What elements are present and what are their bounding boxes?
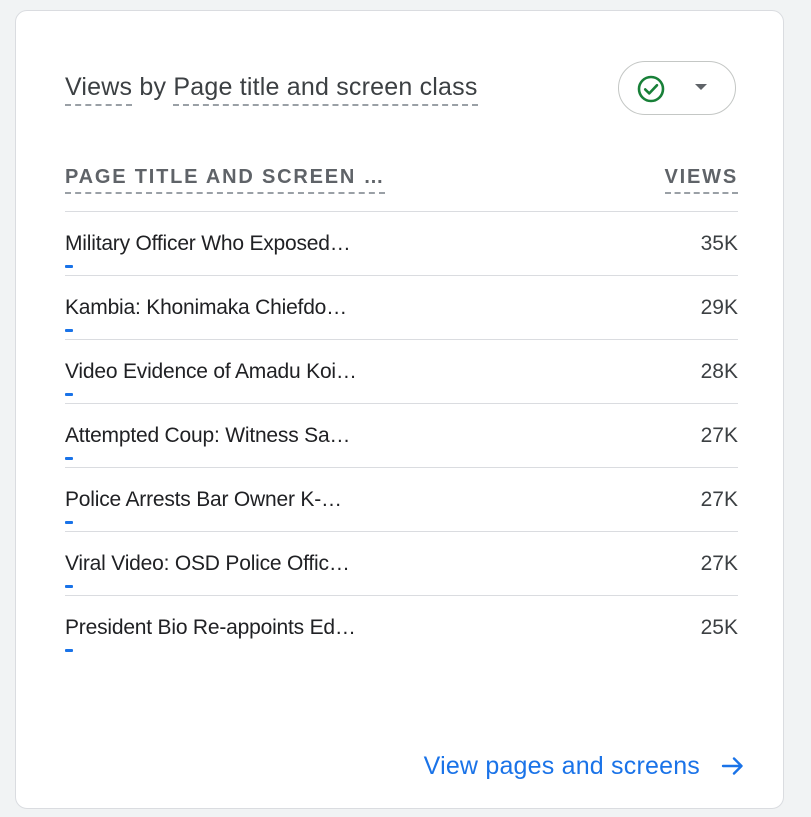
check-circle-icon (637, 75, 665, 103)
column-header-page-title[interactable]: PAGE TITLE AND SCREEN … (65, 166, 386, 194)
views-share-bar (65, 329, 465, 332)
dimension-label[interactable]: Page title and screen class (173, 73, 478, 106)
views-share-bar-fill (65, 585, 73, 588)
view-pages-and-screens-label: View pages and screens (423, 751, 700, 780)
views-cell: 27K (700, 424, 738, 447)
metric-label[interactable]: Views (65, 73, 133, 106)
views-share-bar-fill (65, 393, 73, 396)
card-header: Views by Page title and screen class (65, 61, 736, 121)
views-share-bar-fill (65, 521, 73, 524)
views-share-bar (65, 393, 465, 396)
views-share-bar-fill (65, 329, 73, 332)
table-row[interactable]: Attempted Coup: Witness Sa… 27K (65, 404, 738, 468)
views-share-bar-fill (65, 649, 73, 652)
table-row[interactable]: Military Officer Who Exposed… 35K (65, 212, 738, 276)
views-table: PAGE TITLE AND SCREEN … VIEWS Military O… (65, 151, 738, 659)
views-share-bar (65, 585, 465, 588)
views-share-bar (65, 521, 465, 524)
views-by-page-card: Views by Page title and screen class PAG… (15, 10, 784, 809)
data-quality-dropdown[interactable] (618, 61, 736, 115)
page-title-cell: Video Evidence of Amadu Koi… (65, 360, 357, 383)
title-by-text: by (139, 73, 167, 101)
views-cell: 27K (700, 488, 738, 511)
chevron-down-icon (695, 84, 707, 90)
column-header-views[interactable]: VIEWS (664, 166, 738, 194)
table-row[interactable]: President Bio Re-appoints Ed… 25K (65, 596, 738, 659)
views-share-bar-fill (65, 265, 73, 268)
table-row[interactable]: Police Arrests Bar Owner K-… 27K (65, 468, 738, 532)
views-cell: 27K (700, 552, 738, 575)
page-title-cell: Kambia: Khonimaka Chiefdo… (65, 296, 347, 319)
views-share-bar-fill (65, 457, 73, 460)
view-pages-and-screens-link[interactable]: View pages and screens (424, 746, 746, 786)
arrow-right-icon (721, 757, 743, 775)
views-cell: 25K (700, 616, 738, 639)
page-title-cell: President Bio Re-appoints Ed… (65, 616, 356, 639)
views-share-bar (65, 457, 465, 460)
table-row[interactable]: Video Evidence of Amadu Koi… 28K (65, 340, 738, 404)
table-row[interactable]: Viral Video: OSD Police Offic… 27K (65, 532, 738, 596)
views-cell: 35K (700, 232, 738, 255)
table-body: Military Officer Who Exposed… 35K Kambia: … (65, 212, 738, 659)
page-title-cell: Police Arrests Bar Owner K-… (65, 488, 342, 511)
card-title: Views by Page title and screen class (65, 73, 478, 106)
page-title-cell: Military Officer Who Exposed… (65, 232, 351, 255)
table-row[interactable]: Kambia: Khonimaka Chiefdo… 29K (65, 276, 738, 340)
views-share-bar (65, 649, 465, 652)
views-cell: 28K (700, 360, 738, 383)
page-title-cell: Viral Video: OSD Police Offic… (65, 552, 350, 575)
table-header: PAGE TITLE AND SCREEN … VIEWS (65, 151, 738, 212)
page-title-cell: Attempted Coup: Witness Sa… (65, 424, 351, 447)
views-share-bar (65, 265, 465, 268)
views-cell: 29K (700, 296, 738, 319)
